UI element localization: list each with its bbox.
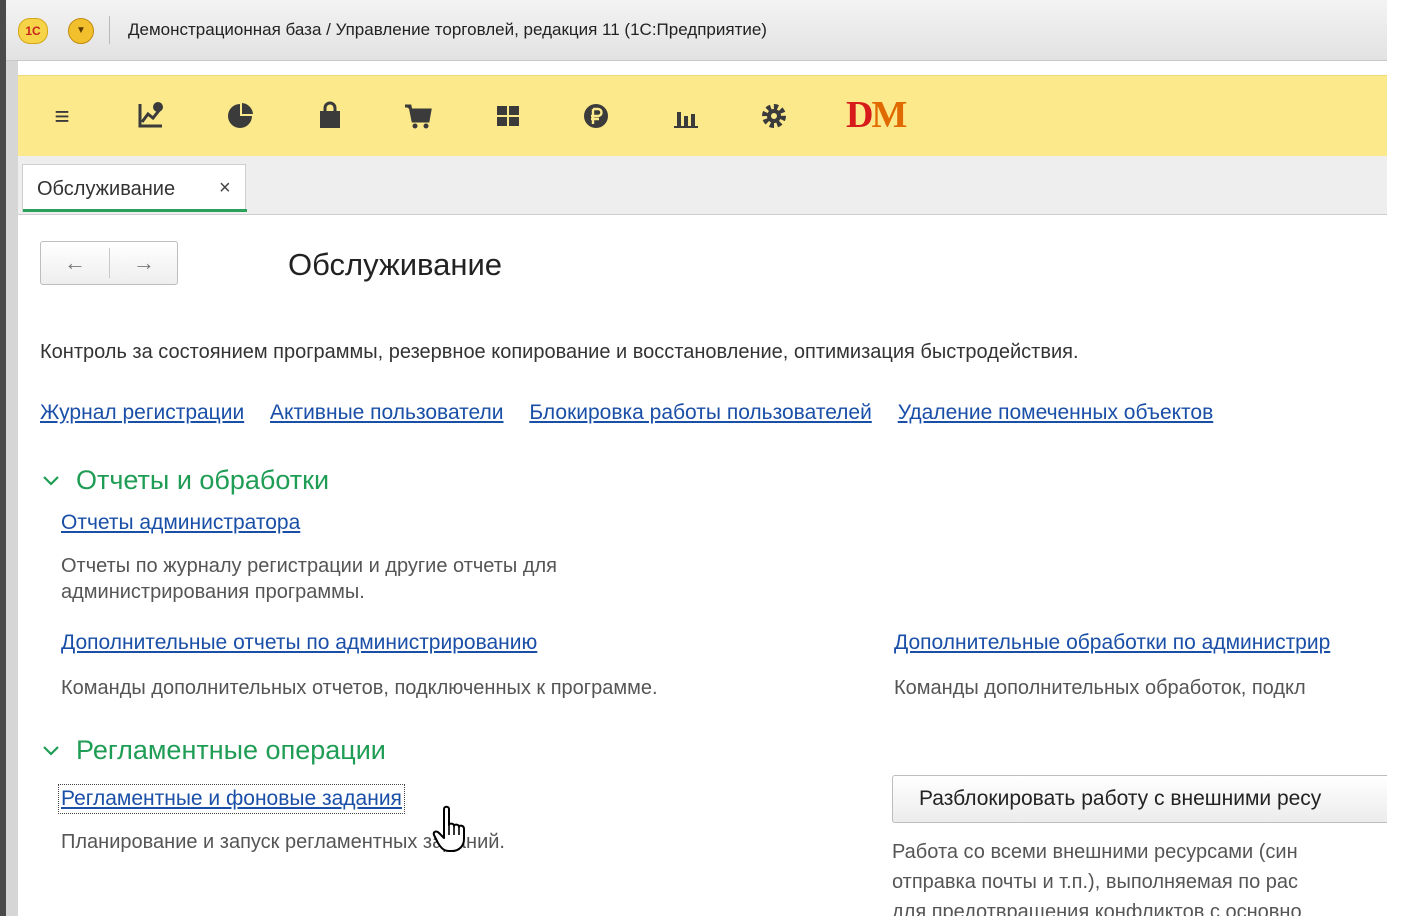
bar-chart-icon[interactable] xyxy=(670,100,702,132)
section-routine-header[interactable]: Регламентные операции xyxy=(42,735,386,766)
app-logo-icon: 1С xyxy=(18,18,48,44)
link-extra-reports[interactable]: Дополнительные отчеты по администрирован… xyxy=(61,631,537,655)
sections-toolbar: ≡ DM xyxy=(18,75,1387,157)
ruble-icon[interactable] xyxy=(580,100,612,132)
section-reports-header[interactable]: Отчеты и обработки xyxy=(42,465,329,496)
section-title: Отчеты и обработки xyxy=(76,465,330,495)
description-line: отправка почты и т.п.), выполняемая по р… xyxy=(892,871,1299,893)
key-indicators-icon[interactable] xyxy=(134,100,166,132)
gear-icon[interactable] xyxy=(758,100,790,132)
description-line: Отчеты по журналу регистрации и другие о… xyxy=(61,555,557,577)
window-left-frame xyxy=(6,0,18,916)
section-title: Регламентные операции xyxy=(76,735,386,765)
link-scheduled-jobs[interactable]: Регламентные и фоновые задания xyxy=(58,784,405,814)
tab-label: Обслуживание xyxy=(37,178,176,200)
bag-icon[interactable] xyxy=(314,100,346,132)
chevron-down-icon xyxy=(42,470,66,493)
admin-reports-description: Отчеты по журналу регистрации и другие о… xyxy=(61,553,761,605)
forward-arrow-icon[interactable]: → xyxy=(110,242,178,284)
title-separator xyxy=(109,16,110,44)
menu-icon[interactable]: ≡ xyxy=(46,100,78,132)
tab-obsluzhivanie[interactable]: Обслуживание × xyxy=(22,164,247,212)
title-bar: 1С ▼ Демонстрационная база / Управление … xyxy=(6,0,1387,61)
link-block-users[interactable]: Блокировка работы пользователей xyxy=(529,401,871,424)
navigation-buttons: ← → xyxy=(40,241,178,285)
unlock-external-resources-button[interactable]: Разблокировать работу с внешними ресу xyxy=(892,775,1392,823)
chevron-down-icon xyxy=(42,740,66,763)
description-line: Работа со всеми внешними ресурсами (син xyxy=(892,841,1298,863)
extra-reports-description: Команды дополнительных отчетов, подключе… xyxy=(61,677,658,699)
description-line: администрирования программы. xyxy=(61,581,365,603)
grid-icon[interactable] xyxy=(492,100,524,132)
quick-links: Журнал регистрации Активные пользователи… xyxy=(40,401,1233,425)
back-arrow-icon[interactable]: ← xyxy=(41,242,109,284)
close-icon[interactable]: × xyxy=(219,177,231,200)
unlock-description: Работа со всеми внешними ресурсами (син … xyxy=(892,837,1387,916)
pie-chart-icon[interactable] xyxy=(224,100,256,132)
active-tab-indicator xyxy=(23,209,247,212)
link-event-log[interactable]: Журнал регистрации xyxy=(40,401,244,424)
form-content: ← → Обслуживание Контроль за состоянием … xyxy=(18,215,1392,916)
window-title: Демонстрационная база / Управление торго… xyxy=(128,20,767,39)
extra-processing-description: Команды дополнительных обработок, подкл xyxy=(894,677,1306,699)
link-admin-reports[interactable]: Отчеты администратора xyxy=(61,511,300,535)
page-title: Обслуживание xyxy=(288,247,503,282)
main-menu-button[interactable]: ▼ xyxy=(68,18,94,44)
window-right-edge xyxy=(1387,0,1403,916)
hand-pointer-cursor-icon xyxy=(432,805,470,855)
description-line: для предотвращения конфликтов с основно xyxy=(892,901,1302,916)
link-active-users[interactable]: Активные пользователи xyxy=(270,401,503,424)
link-delete-marked[interactable]: Удаление помеченных объектов xyxy=(898,401,1214,424)
page-description: Контроль за состоянием программы, резерв… xyxy=(40,341,1079,363)
cart-icon[interactable] xyxy=(402,100,434,132)
link-extra-processing[interactable]: Дополнительные обработки по администрир xyxy=(894,631,1330,655)
open-tabs-bar: Обслуживание × xyxy=(18,156,1387,215)
dm-logo[interactable]: DM xyxy=(846,90,907,140)
